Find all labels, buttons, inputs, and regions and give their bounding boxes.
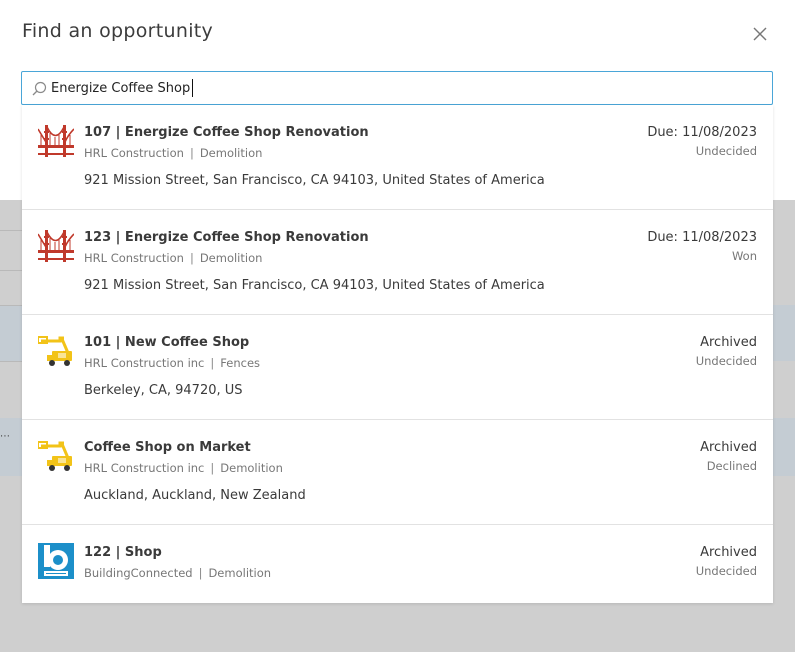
opportunity-name: 122 | Shop [84,545,162,560]
trade-name: Fences [220,356,261,370]
company-name: BuildingConnected [84,566,193,580]
background-ellipsis: ⋯ [0,431,10,442]
company-name: HRL Construction [84,146,184,160]
due-date: Archived [700,545,757,560]
opportunity-address: Auckland, Auckland, New Zealand [84,488,306,503]
background-divider [0,361,22,362]
close-button[interactable] [748,22,772,46]
due-date: Archived [700,440,757,455]
search-result-item[interactable]: 101 | New Coffee Shop HRL Construction i… [22,315,773,420]
opportunity-meta: HRL Construction inc | Fences [84,356,260,370]
golden-gate-bridge-logo [37,123,75,159]
modal-title: Find an opportunity [22,20,214,42]
opportunity-address: 921 Mission Street, San Francisco, CA 94… [84,173,545,188]
meta-separator: | [189,146,194,160]
due-date: Due: 11/08/2023 [647,125,757,140]
opportunity-meta: HRL Construction | Demolition [84,146,262,160]
meta-separator: | [210,356,215,370]
opportunity-address: Berkeley, CA, 94720, US [84,383,243,398]
search-results-dropdown: 107 | Energize Coffee Shop Renovation HR… [22,105,773,603]
boom-lift-logo [37,333,74,369]
due-date: Archived [700,335,757,350]
trade-name: Demolition [220,461,283,475]
search-result-item[interactable]: 123 | Energize Coffee Shop Renovation HR… [22,210,773,315]
bid-status: Won [731,249,757,263]
opportunity-meta: BuildingConnected | Demolition [84,566,271,580]
due-date: Due: 11/08/2023 [647,230,757,245]
search-result-item[interactable]: 107 | Energize Coffee Shop Renovation HR… [22,105,773,210]
trade-name: Demolition [208,566,272,580]
opportunity-meta: HRL Construction inc | Demolition [84,461,283,475]
search-field[interactable] [21,71,773,105]
bid-status: Undecided [695,564,757,578]
trade-name: Demolition [199,251,263,265]
opportunity-name: 101 | New Coffee Shop [84,335,250,350]
close-icon [753,27,767,41]
text-caret [192,79,194,97]
buildingconnected-logo [38,543,74,579]
opportunity-name: Coffee Shop on Market [84,440,251,455]
bid-status: Undecided [695,144,757,158]
search-input[interactable] [51,76,751,100]
trade-name: Demolition [199,146,263,160]
background-divider [0,230,22,231]
opportunity-meta: HRL Construction | Demolition [84,251,262,265]
bid-status: Undecided [695,354,757,368]
search-result-item[interactable]: Coffee Shop on Market HRL Construction i… [22,420,773,525]
opportunity-address: 921 Mission Street, San Francisco, CA 94… [84,278,545,293]
search-result-item[interactable]: 122 | Shop BuildingConnected | Demolition … [22,525,773,603]
background-divider [0,305,22,306]
company-name: HRL Construction [84,251,184,265]
meta-separator: | [189,251,194,265]
golden-gate-bridge-logo [37,228,75,264]
meta-separator: | [210,461,215,475]
meta-separator: | [198,566,203,580]
background-divider [0,270,22,271]
company-name: HRL Construction inc [84,356,205,370]
opportunity-name: 123 | Energize Coffee Shop Renovation [84,230,369,245]
bid-status: Declined [706,459,757,473]
company-name: HRL Construction inc [84,461,205,475]
boom-lift-logo [37,438,74,474]
search-icon [32,81,47,96]
opportunity-name: 107 | Energize Coffee Shop Renovation [84,125,369,140]
